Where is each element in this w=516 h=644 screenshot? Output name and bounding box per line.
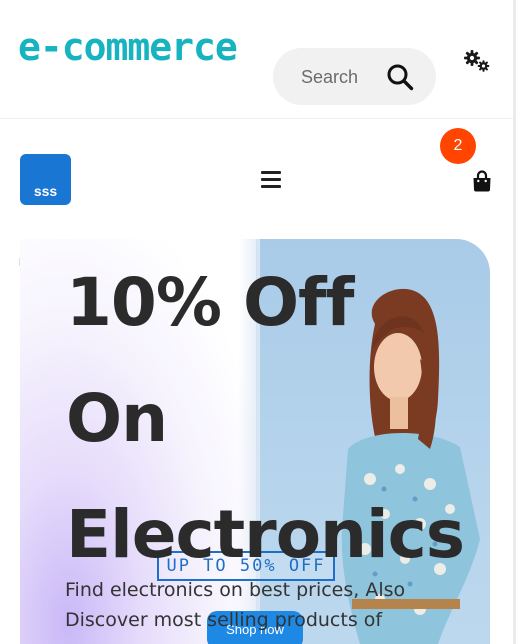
hero-description: Find electronics on best prices, Also Di… <box>65 579 406 631</box>
nav-bar <box>0 119 513 234</box>
cart-count-badge: 2 <box>440 128 476 164</box>
search-input[interactable] <box>299 63 393 91</box>
gear-icon[interactable] <box>462 48 492 74</box>
hamburger-menu-icon[interactable] <box>261 171 281 190</box>
brand-badge[interactable]: sss <box>20 154 71 205</box>
shopping-bag-icon[interactable] <box>472 170 492 192</box>
search-icon[interactable] <box>386 63 414 91</box>
hero-title: 10% Off On Electronics <box>66 245 506 593</box>
brand-badge-label: sss <box>33 183 58 199</box>
hero-title-line: On <box>66 380 168 457</box>
search-bar[interactable] <box>273 48 436 105</box>
top-header: e-commerce <box>0 0 513 119</box>
site-logo[interactable]: e-commerce <box>18 28 238 66</box>
hero-title-line: 10% Off <box>66 264 355 341</box>
